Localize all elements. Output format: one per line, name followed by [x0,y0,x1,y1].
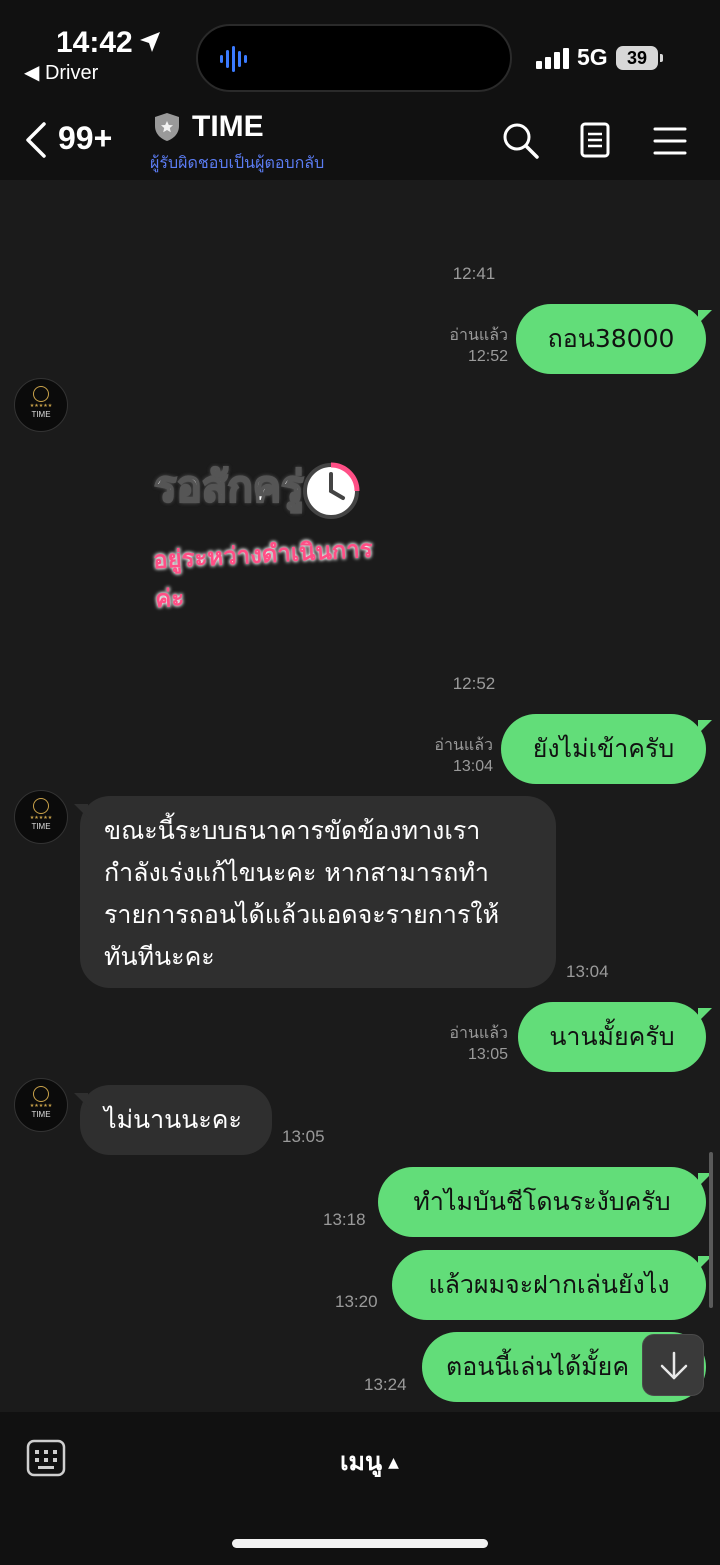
avatar-label: TIME [31,410,51,419]
battery-tip [660,54,663,62]
notes-icon[interactable] [576,120,616,160]
message-time: 12:52 [467,348,508,365]
message-line: กำลังเร่งแก้ไขนะคะ หากสามารถทำ [104,858,489,887]
battery-icon: 39 [616,46,658,70]
read-receipt: อ่านแล้ว [449,327,508,344]
outgoing-message[interactable]: นานมั้ยครับ [518,1002,706,1072]
message-meta: อ่านแล้ว 12:52 [420,325,508,367]
home-indicator[interactable] [232,1539,488,1548]
sticker-time: 12:52 [452,674,496,693]
location-arrow-icon [140,32,160,52]
back-chevron-icon[interactable] [24,122,48,158]
sticker-text-sub: อยู่ระหว่างดำเนินการค่ะ [152,534,374,614]
avatar-stars: ★★★★★ [29,815,53,821]
shield-icon [155,113,179,141]
back-app-label: Driver [44,62,99,84]
bottom-bar: เมนู ▲ [0,1412,720,1565]
message-line: ขณะนี้ระบบธนาคารขัดข้องทางเรา [104,816,481,845]
scrollbar[interactable] [709,1152,713,1308]
chat-header: 99+ TIME ผู้รับผิดชอบเป็นผู้ตอบกลับ [0,100,720,180]
incoming-message[interactable]: ขณะนี้ระบบธนาคารขัดข้องทางเรา กำลังเร่งแ… [80,796,556,988]
clock-icon [303,462,360,519]
scroll-to-bottom-button[interactable] [642,1334,704,1396]
chat-title[interactable]: TIME [192,110,264,144]
avatar-ball-icon [33,386,49,402]
incoming-message[interactable]: ไม่นานนะคะ [80,1085,272,1155]
message-time: 13:24 [364,1375,407,1394]
avatar-label: TIME [31,822,51,831]
outgoing-message[interactable]: ถอน38000 [516,304,706,374]
chat-area[interactable]: 12:41 อ่านแล้ว 12:52 ถอน38000 ★★★★★ TIME… [0,180,720,1412]
unread-count[interactable]: 99+ [58,120,112,157]
message-time: 13:05 [282,1127,325,1146]
avatar[interactable]: ★★★★★ TIME [14,790,68,844]
avatar-stars: ★★★★★ [29,1103,53,1109]
read-receipt: อ่านแล้ว [449,1025,508,1042]
message-meta: อ่านแล้ว 13:04 [405,735,493,777]
outgoing-message[interactable]: ยังไม่เข้าครับ [501,714,706,784]
battery-level: 39 [626,48,648,68]
caret-up-icon: ▲ [388,1455,399,1471]
message-line: รายการถอนได้แล้วแอดจะรายการให้ [104,900,500,929]
sticker-image[interactable]: รอสักครู่ อยู่ระหว่างดำเนินการค่ะ [150,446,390,613]
avatar[interactable]: ★★★★★ TIME [14,1078,68,1132]
menu-icon[interactable] [650,120,690,160]
message-meta: อ่านแล้ว 13:05 [420,1023,508,1065]
avatar-stars: ★★★★★ [29,403,53,409]
arrow-down-icon [660,1351,688,1380]
message-time: 13:20 [335,1292,378,1311]
dynamic-island [196,24,512,92]
cellular-signal-icon [536,48,569,69]
menu-label: เมนู [340,1447,383,1476]
rich-menu-toggle[interactable]: เมนู ▲ [340,1442,399,1482]
search-icon[interactable] [500,120,540,160]
avatar-label: TIME [31,1110,51,1119]
chat-subtitle: ผู้รับผิดชอบเป็นผู้ตอบกลับ [150,153,325,172]
message-time: 13:05 [467,1046,508,1063]
message-time: 13:04 [452,758,493,775]
message-time: 13:18 [323,1210,366,1229]
network-type: 5G [577,44,608,70]
outgoing-message[interactable]: แล้วผมจะฝากเล่นยังไง [392,1250,706,1320]
message-line: ทันทีนะคะ [104,942,215,971]
outgoing-message[interactable]: ทำไมบันชีโดนระงับครับ [378,1167,706,1237]
keyboard-icon[interactable] [26,1438,66,1478]
avatar-ball-icon [33,1086,49,1102]
audio-wave-icon [220,46,247,72]
status-time: 14:42 [56,26,133,59]
back-to-app-link[interactable]: ◀ Driver [24,60,98,85]
status-bar: 14:42 ◀ Driver 5G 39 [0,0,720,100]
message-time: 13:04 [566,962,609,981]
timestamp: 12:41 [452,264,496,283]
avatar[interactable]: ★★★★★ TIME [14,378,68,432]
avatar-ball-icon [33,798,49,814]
sticker-text-main: รอสักครู่ [153,461,305,512]
read-receipt: อ่านแล้ว [434,737,493,754]
